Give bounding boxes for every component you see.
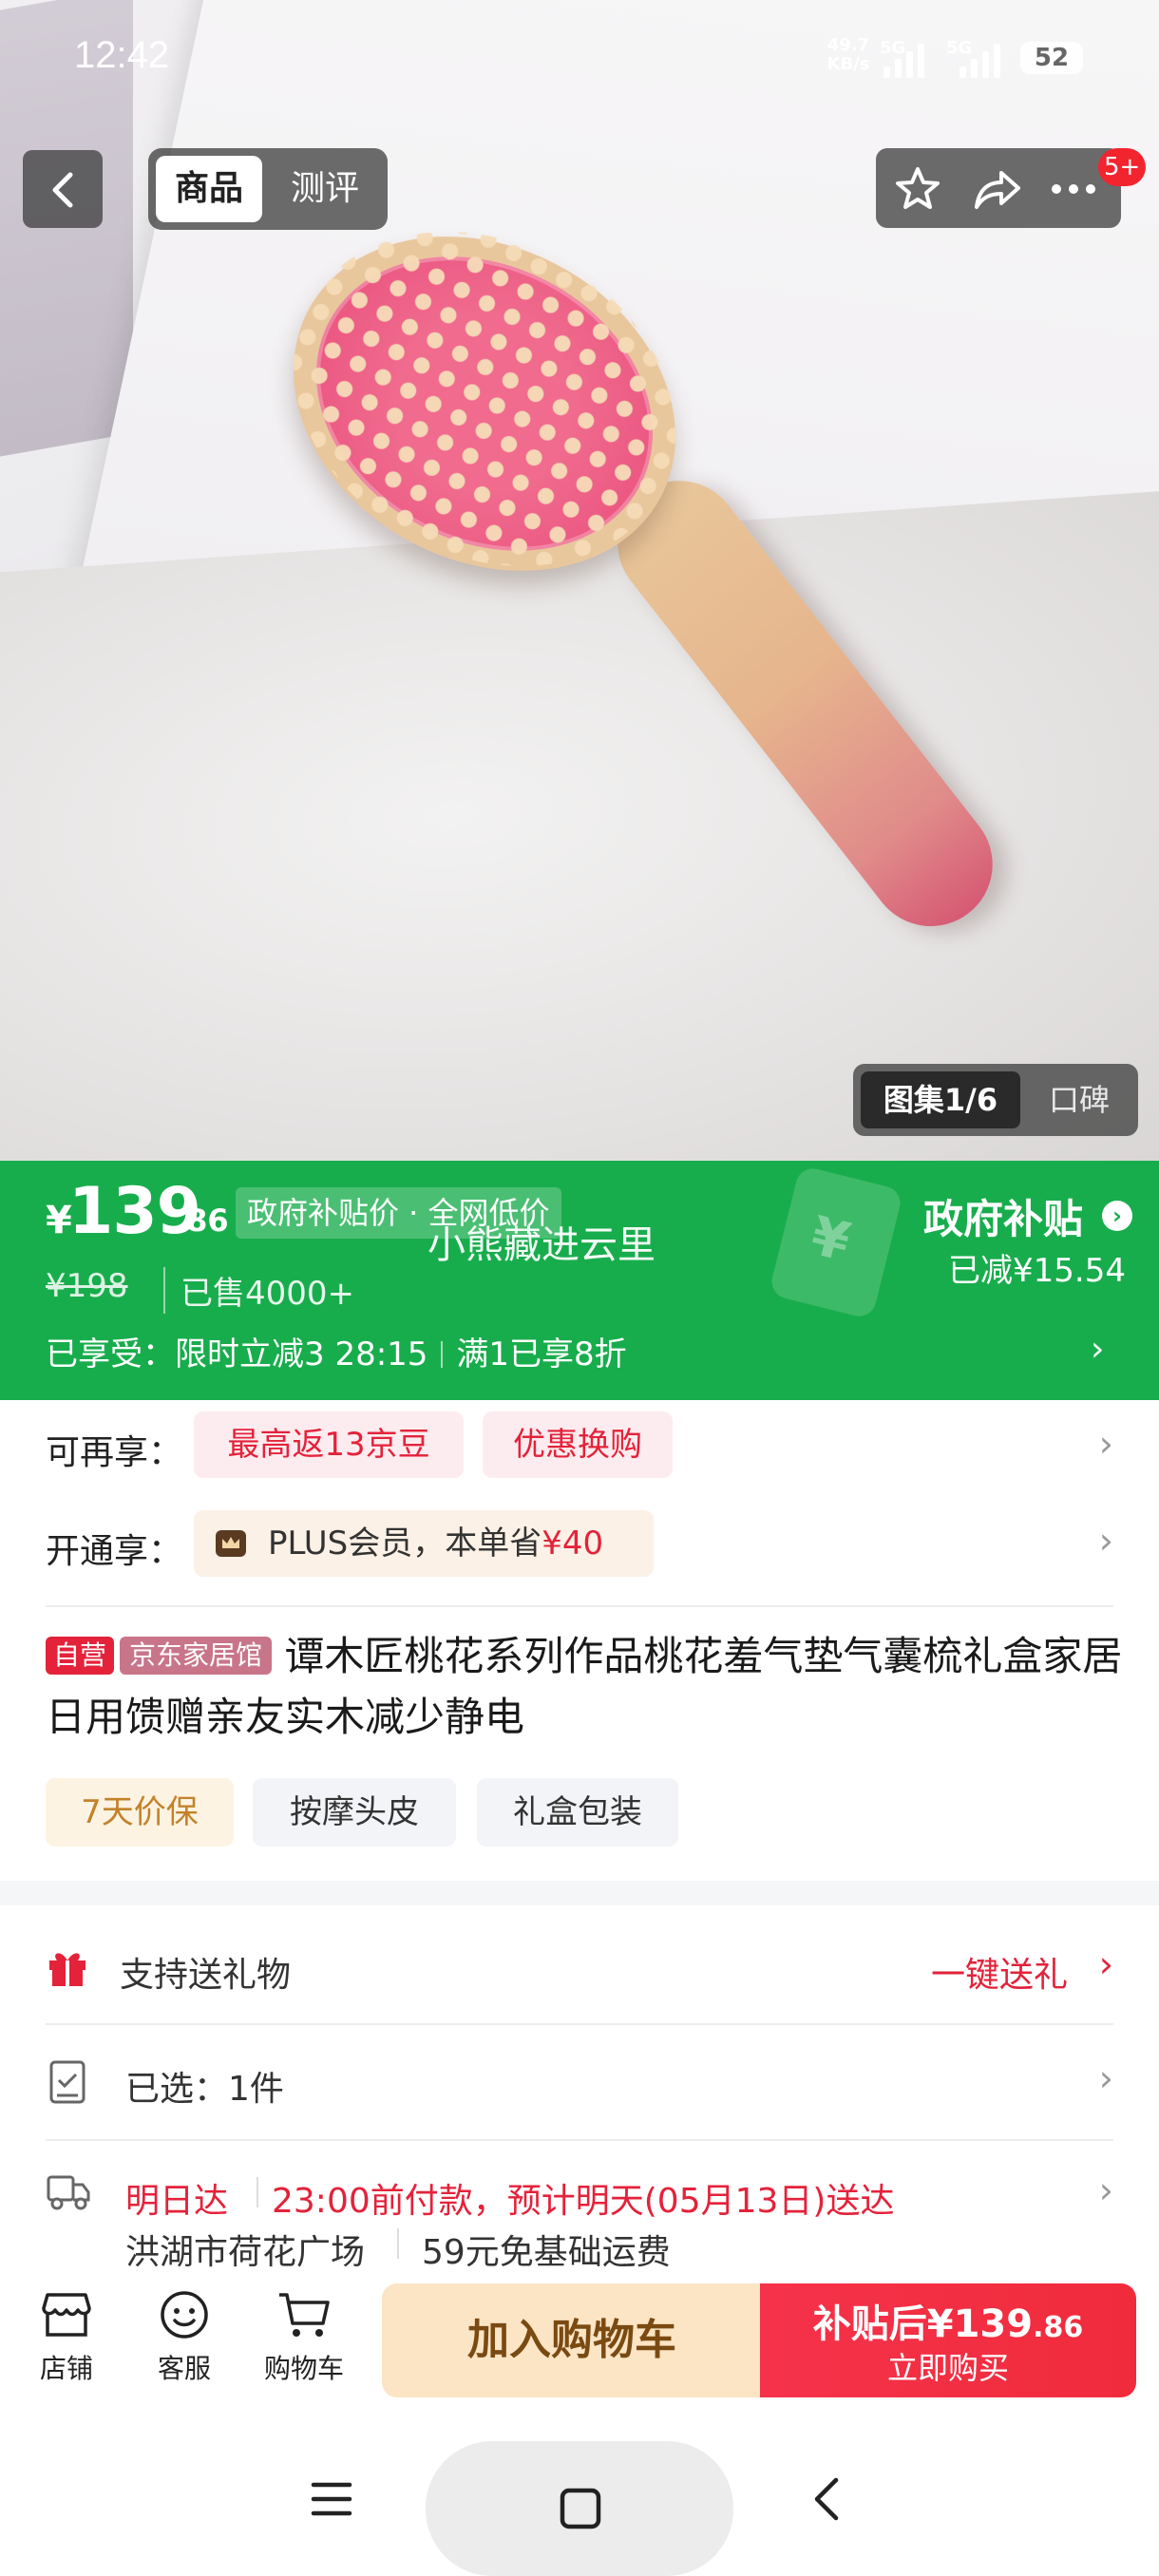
delivery-truck-icon <box>47 2175 90 2210</box>
store-icon <box>42 2293 91 2337</box>
share-icon[interactable] <box>971 165 1024 213</box>
price-decimal: .86 <box>175 1203 229 1239</box>
back-nav-icon[interactable] <box>808 2475 846 2523</box>
store-label: 店铺 <box>39 2353 93 2384</box>
product-title: 自营 京东家居馆 谭木匠桃花系列作品桃花羞气垫气囊梳礼盒家居日用馈赠亲友实木减少静… <box>46 1626 1129 1748</box>
enjoy-item-discount: 满1已享8折 <box>456 1335 627 1373</box>
delivery-row[interactable]: 明日达 23:00前付款，预计明天(05月13日)送达 洪湖市荷花广场 59元免… <box>46 2164 1113 2272</box>
self-operated-badge: 自营 <box>46 1637 115 1675</box>
chevron-right-icon: › <box>1098 2169 1113 2211</box>
network-speed-unit: KB/s <box>826 54 870 74</box>
signal-bars-1-icon <box>884 40 924 78</box>
original-price: ¥198 <box>46 1267 128 1305</box>
gallery-switch: 图集1/6 口碑 <box>853 1064 1138 1136</box>
tab-product[interactable]: 商品 <box>156 156 262 222</box>
feature-tag[interactable]: 按摩头皮 <box>253 1778 456 1847</box>
buy-price-int: 139 <box>953 2302 1034 2346</box>
delivery-address[interactable]: 洪湖市荷花广场 <box>125 2225 365 2274</box>
chevron-right-icon: › <box>1098 1943 1113 1985</box>
plus-offer-amount: ¥40 <box>542 1525 604 1563</box>
plus-offer-text: PLUS会员，本单省 <box>268 1525 542 1563</box>
home-pill[interactable] <box>426 2441 733 2576</box>
more-perks-label: 可再享： <box>46 1433 183 1472</box>
network-speed-value: 49.7 <box>826 35 870 55</box>
sold-count: 已售4000+ <box>163 1267 354 1314</box>
divider <box>46 2139 1113 2141</box>
chevron-right-icon[interactable]: › <box>1091 1330 1104 1369</box>
favorite-star-icon[interactable] <box>891 165 944 213</box>
gov-subsidy-title[interactable]: 政府补贴 <box>923 1187 1083 1245</box>
chevron-right-icon: › <box>1098 1423 1113 1465</box>
chevron-left-icon <box>52 172 73 208</box>
divider <box>256 2177 258 2207</box>
background-towel <box>0 486 1159 1161</box>
tab-review[interactable]: 测评 <box>272 156 378 222</box>
plus-offer[interactable]: PLUS会员，本单省¥40 <box>194 1510 654 1577</box>
divider <box>46 2023 1113 2025</box>
customer-service-icon <box>161 2291 208 2339</box>
battery-icon: 52 <box>1020 42 1083 74</box>
add-to-cart-button[interactable]: 加入购物车 <box>382 2283 762 2397</box>
section-gap <box>0 1881 1159 1905</box>
customer-service-tab[interactable]: 客服 <box>137 2289 232 2386</box>
delivery-speed: 明日达 <box>125 2182 229 2221</box>
shipping-fee: 59元免基础运费 <box>422 2233 671 2272</box>
divider <box>441 1341 444 1368</box>
coupon-exchange[interactable]: 优惠换购 <box>483 1411 673 1478</box>
enjoy-label: 已享受： <box>46 1335 175 1373</box>
bottom-action-bar: 店铺 客服 购物车 加入购物车 补贴后¥139.86 立即购买 <box>0 2270 1159 2424</box>
gift-icon <box>49 1953 86 1986</box>
buy-price-dec: .86 <box>1033 2311 1084 2344</box>
buy-price-prefix: 补贴后¥ <box>812 2302 954 2346</box>
cart-label: 购物车 <box>263 2353 344 2384</box>
back-button[interactable] <box>23 150 103 228</box>
delivery-detail: 23:00前付款，预计明天(05月13日)送达 <box>272 2182 895 2221</box>
gift-row[interactable]: 支持送礼物 一键送礼 › <box>46 1938 1113 1995</box>
feature-tag[interactable]: 礼盒包装 <box>477 1778 678 1847</box>
buy-now-button[interactable]: 补贴后¥139.86 立即购买 <box>760 2283 1136 2397</box>
system-navigation-bar <box>0 2424 1159 2576</box>
buy-now-label: 立即购买 <box>886 2350 1009 2386</box>
more-perks-row[interactable]: 可再享： 最高返13京豆 优惠换购 › <box>46 1411 1113 1482</box>
plus-member-row[interactable]: 开通享： PLUS会员，本单省¥40 › <box>46 1510 1113 1579</box>
home-square-icon <box>560 2488 601 2529</box>
plus-label: 开通享： <box>46 1532 183 1571</box>
menu-icon[interactable] <box>310 2477 353 2521</box>
divider <box>397 2228 399 2259</box>
chevron-right-icon: › <box>1098 2057 1113 2099</box>
selected-label: 已选：1件 <box>125 2070 284 2109</box>
status-bar: 12:42 49.7 KB/s 5G 5G 52 <box>0 0 1159 114</box>
enjoy-item-flash: 限时立减3 28:15 <box>175 1335 428 1373</box>
network-speed: 49.7 KB/s <box>825 36 872 74</box>
coupon-ticket-icon: ¥ <box>768 1165 904 1320</box>
top-actions <box>876 148 1121 228</box>
selected-row[interactable]: 已选：1件 › <box>46 2052 1113 2109</box>
more-dots-icon[interactable] <box>1047 165 1100 213</box>
chevron-right-icon[interactable]: › <box>1102 1201 1132 1231</box>
gallery-reputation-tab[interactable]: 口碑 <box>1030 1071 1129 1128</box>
status-time: 12:42 <box>74 34 170 76</box>
coupon-jd-beans[interactable]: 最高返13京豆 <box>194 1411 464 1478</box>
gov-subsidy-saved: 已减¥15.54 <box>948 1252 1126 1290</box>
message-badge: 5+ <box>1098 148 1147 186</box>
buy-price: 补贴后¥139.86 <box>760 2293 1136 2348</box>
enjoyed-discounts[interactable]: 已享受：限时立减3 28:15 满1已享8折 <box>46 1328 627 1374</box>
cart-icon <box>279 2293 330 2337</box>
customer-service-label: 客服 <box>157 2353 211 2384</box>
watermark-text: 小熊藏进云里 <box>428 1223 656 1267</box>
plus-crown-icon <box>216 1530 246 1557</box>
chevron-right-icon: › <box>1098 1520 1113 1562</box>
cart-tab[interactable]: 购物车 <box>256 2289 352 2386</box>
shop-badge[interactable]: 京东家居馆 <box>120 1637 273 1675</box>
signal-bars-2-icon <box>960 40 1000 78</box>
gift-label: 支持送礼物 <box>120 1956 292 1995</box>
feature-tag[interactable]: 7天价保 <box>46 1778 234 1847</box>
price-banner[interactable]: ¥ 139 .86 政府补贴价 · 全网低价 小熊藏进云里 ¥198 已售400… <box>0 1161 1159 1400</box>
selected-spec-icon <box>49 2060 86 2104</box>
top-tab-switch: 商品 测评 <box>148 148 388 230</box>
gallery-album-tab[interactable]: 图集1/6 <box>861 1071 1020 1128</box>
gift-action[interactable]: 一键送礼 <box>931 1947 1068 1997</box>
store-tab[interactable]: 店铺 <box>19 2289 114 2386</box>
divider <box>46 1605 1113 1607</box>
